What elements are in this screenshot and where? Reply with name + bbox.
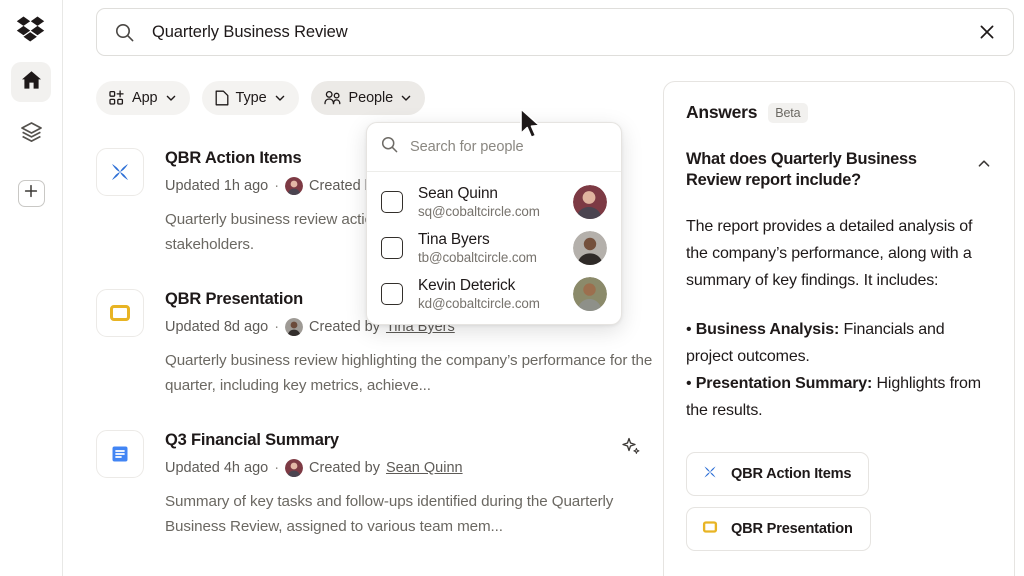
answers-source-list: QBR Action Items QBR Presentation [686,452,992,551]
home-icon [21,70,42,95]
people-name: Tina Byers [418,231,490,248]
avatar [285,177,304,195]
document-icon [215,90,229,106]
people-option-sean-quinn[interactable]: Sean Quinn sq@cobaltcircle.com [367,179,621,225]
people-filter-dropdown: Search for people Sean Quinn sq@cobaltci… [366,122,622,325]
filter-chip-app[interactable]: App [96,81,190,115]
filter-chip-people-label: People [348,90,394,106]
result-updated: Updated 4h ago [165,460,269,476]
bullet-label: Business Analysis: [695,321,840,338]
filter-chip-type-label: Type [235,90,267,106]
people-checkbox[interactable] [381,283,403,305]
slides-icon [96,289,144,337]
dropbox-logo-icon[interactable] [14,12,48,46]
chevron-down-icon [274,92,286,104]
filter-chip-type[interactable]: Type [201,81,299,115]
people-checkbox[interactable] [381,191,403,213]
answers-bullet-list: • Business Analysis: Financials and proj… [686,316,992,424]
airtable-icon [96,148,144,196]
sparkle-ai-icon[interactable] [620,436,642,463]
result-created-by-prefix: Created by [309,460,380,476]
people-email: tb@cobaltcircle.com [418,250,537,265]
search-icon [381,136,398,158]
answers-body-text: The report provides a detailed analysis … [686,218,973,289]
avatar [573,277,607,311]
source-chip-label: QBR Action Items [731,466,852,482]
people-checkbox[interactable] [381,237,403,259]
result-description: Summary of key tasks and follow-ups iden… [165,493,614,535]
people-option-list: Sean Quinn sq@cobaltcircle.com Tina Byer… [367,172,621,324]
people-search-input[interactable]: Search for people [410,139,524,155]
search-icon [115,23,134,42]
bullet-label: Presentation Summary: [695,375,873,392]
result-body: Q3 Financial Summary Updated 4h ago · Cr… [165,430,656,539]
people-search-field[interactable]: Search for people [367,123,621,172]
search-app-window: Quarterly Business Review App Type Peopl… [0,0,1024,576]
avatar [573,185,607,219]
result-updated: Updated 1h ago [165,178,269,194]
sidebar-item-layers[interactable] [11,114,51,154]
filter-chip-app-label: App [132,90,158,106]
slides-icon [701,518,719,540]
result-created-by-link[interactable]: Sean Quinn [386,460,463,476]
main-content: Quarterly Business Review App Type Peopl… [63,0,1024,576]
meta-separator: · [274,319,280,335]
source-chip-qbr-action-items[interactable]: QBR Action Items [686,452,870,496]
result-description: Quarterly business review highlighting t… [165,352,653,394]
meta-separator: · [274,178,280,194]
result-item-q3-financial-summary[interactable]: Q3 Financial Summary Updated 4h ago · Cr… [96,418,656,547]
result-title[interactable]: Q3 Financial Summary [165,431,656,450]
source-chip-qbr-presentation[interactable]: QBR Presentation [686,507,871,551]
left-nav-rail [0,0,63,576]
people-option-kevin-deterick[interactable]: Kevin Deterick kd@cobaltcircle.com [367,271,621,317]
close-icon[interactable] [977,22,997,42]
bullet-marker: • [686,321,692,338]
beta-badge: Beta [768,102,808,123]
sidebar-item-home[interactable] [11,62,51,102]
people-info: Tina Byers tb@cobaltcircle.com [418,231,565,265]
avatar [285,318,304,336]
plus-icon [24,184,38,203]
people-name: Kevin Deterick [418,277,516,294]
people-icon [323,90,342,106]
answers-bullet-item: • Business Analysis: Financials and proj… [686,316,992,370]
avatar [285,459,304,477]
answers-question-row: What does Quarterly Business Review repo… [686,149,992,191]
search-bar[interactable]: Quarterly Business Review [96,8,1014,56]
answers-panel: Answers Beta What does Quarterly Busines… [663,81,1015,576]
people-info: Sean Quinn sq@cobaltcircle.com [418,185,565,219]
chevron-down-icon [165,92,177,104]
search-input[interactable]: Quarterly Business Review [152,23,977,42]
people-option-tina-byers[interactable]: Tina Byers tb@cobaltcircle.com [367,225,621,271]
result-updated: Updated 8d ago [165,319,269,335]
answers-question: What does Quarterly Business Review repo… [686,150,917,189]
chevron-down-icon [400,92,412,104]
filter-chip-bar: App Type People [96,81,426,115]
avatar [573,231,607,265]
people-email: sq@cobaltcircle.com [418,204,540,219]
layers-icon [20,121,43,148]
people-info: Kevin Deterick kd@cobaltcircle.com [418,277,565,311]
create-new-button[interactable] [17,180,45,207]
answers-header: Answers Beta [686,102,992,123]
source-chip-label: QBR Presentation [731,521,853,537]
docs-icon [96,430,144,478]
meta-separator: · [274,460,280,476]
answers-bullet-item: • Presentation Summary: Highlights from … [686,370,992,424]
airtable-icon [701,463,719,485]
answers-title: Answers [686,102,758,122]
bullet-marker: • [686,375,692,392]
filter-chip-people[interactable]: People [310,81,426,115]
apps-grid-icon [109,90,125,106]
people-name: Sean Quinn [418,185,498,202]
people-email: kd@cobaltcircle.com [418,296,540,311]
result-meta: Updated 4h ago · Created by Sean Quinn [165,459,656,477]
chevron-up-icon[interactable] [976,149,992,177]
